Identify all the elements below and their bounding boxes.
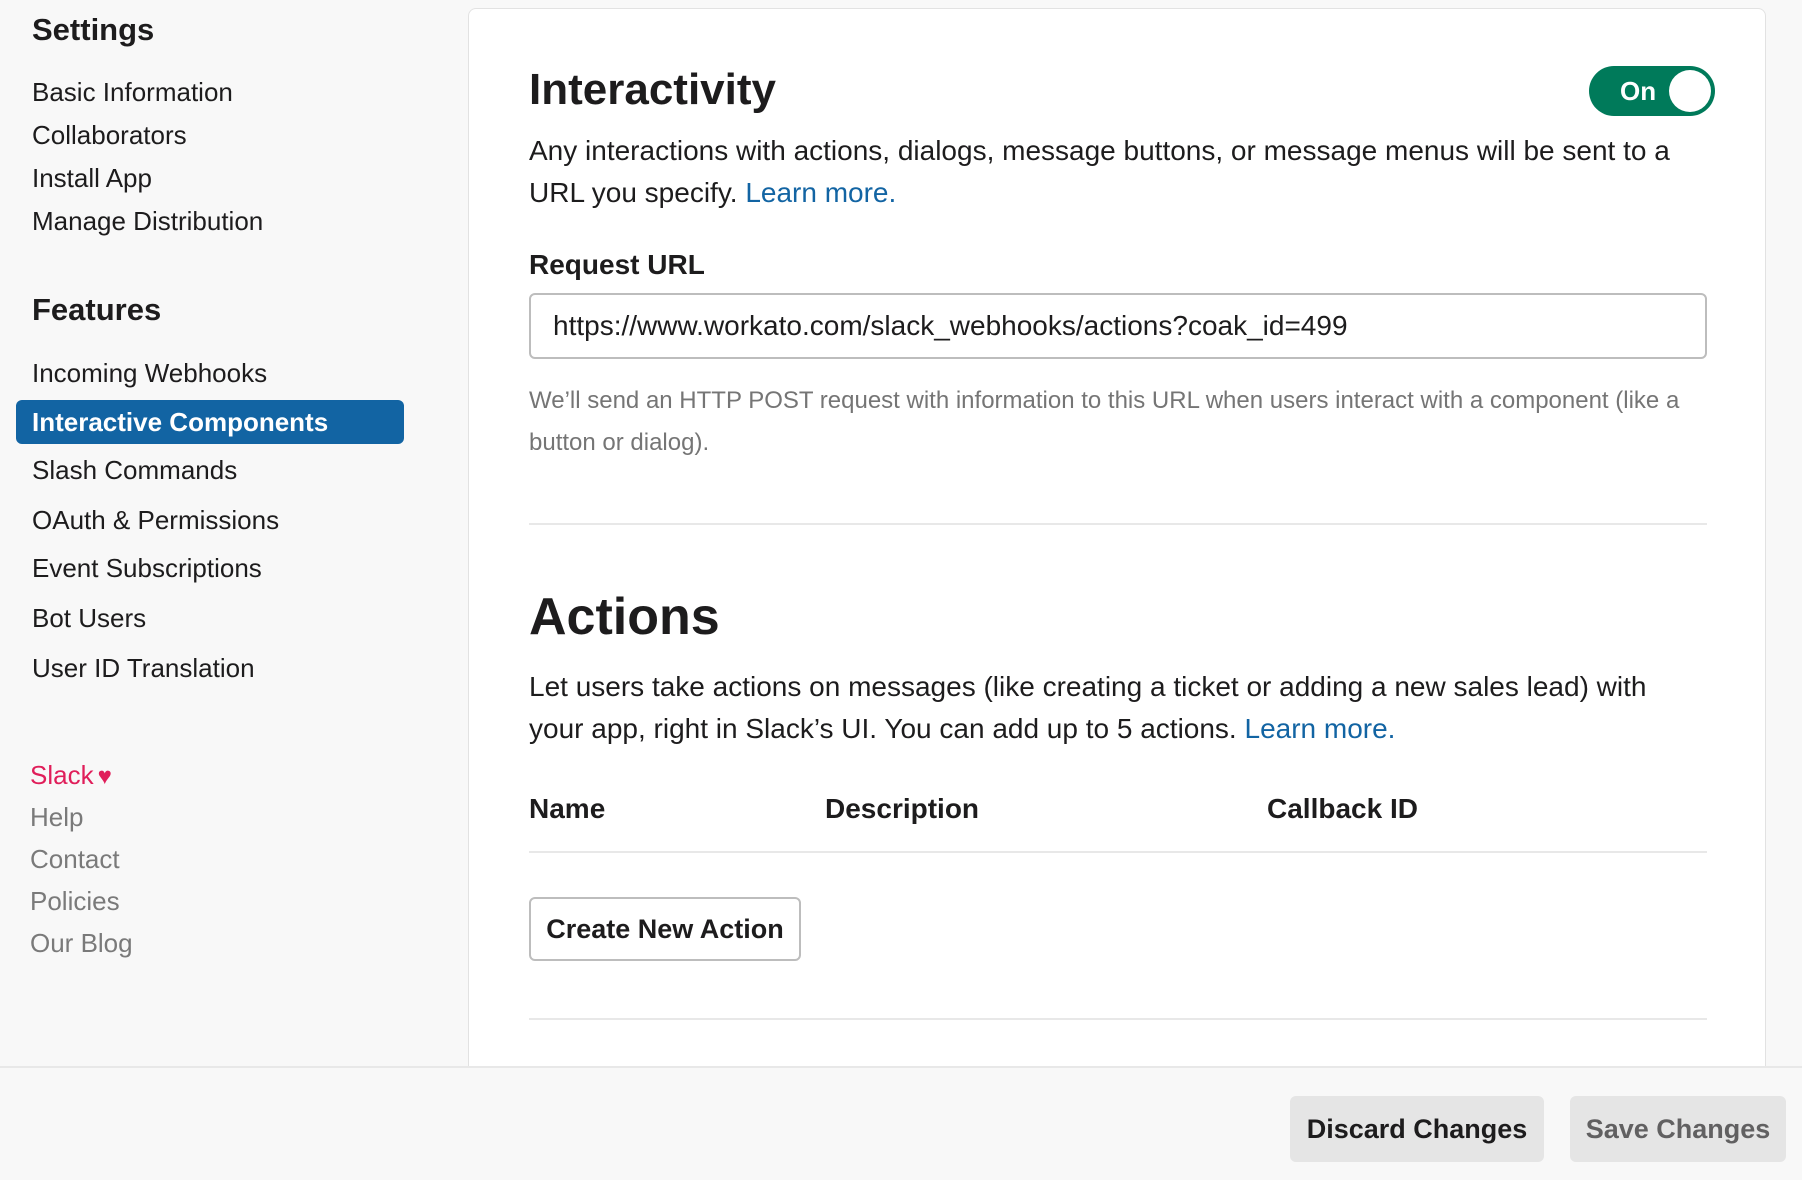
save-changes-button[interactable]: Save Changes (1570, 1096, 1786, 1162)
sidebar-item-incoming-webhooks[interactable]: Incoming Webhooks (16, 351, 404, 395)
section-divider (529, 523, 1707, 525)
settings-heading: Settings (32, 12, 155, 47)
sidebar-item-collaborators[interactable]: Collaborators (16, 113, 404, 157)
sidebar: Settings Basic Information Collaborators… (0, 0, 450, 1066)
discard-changes-button[interactable]: Discard Changes (1290, 1096, 1544, 1162)
interactivity-toggle[interactable]: On (1589, 66, 1715, 116)
actions-title: Actions (529, 588, 720, 646)
sidebar-item-event-subscriptions[interactable]: Event Subscriptions (16, 546, 404, 590)
heart-icon: ♥ (97, 763, 112, 790)
sidebar-item-basic-information[interactable]: Basic Information (16, 70, 404, 114)
actions-description: Let users take actions on messages (like… (529, 666, 1707, 750)
footer-slack-link[interactable]: Slack ♥ (30, 760, 112, 791)
interactivity-description: Any interactions with actions, dialogs, … (529, 130, 1707, 214)
column-header-description: Description (825, 793, 980, 824)
sidebar-item-bot-users[interactable]: Bot Users (16, 596, 404, 640)
app-window: Settings Basic Information Collaborators… (0, 0, 1802, 1180)
request-url-input[interactable] (529, 293, 1707, 359)
sidebar-item-user-id-translation[interactable]: User ID Translation (16, 646, 404, 690)
footer-policies-link[interactable]: Policies (30, 886, 120, 917)
interactivity-learn-more-link[interactable]: Learn more. (745, 177, 896, 208)
sidebar-item-oauth-permissions[interactable]: OAuth & Permissions (16, 498, 404, 542)
footer-our-blog-link[interactable]: Our Blog (30, 928, 133, 959)
request-url-hint: We’ll send an HTTP POST request with inf… (529, 387, 1680, 456)
create-new-action-button[interactable]: Create New Action (529, 897, 801, 961)
footer-help-link[interactable]: Help (30, 802, 83, 833)
actions-bottom-divider (529, 1018, 1707, 1020)
interactivity-title: Interactivity (529, 65, 776, 114)
features-heading: Features (32, 292, 162, 327)
actions-learn-more-link[interactable]: Learn more. (1245, 713, 1396, 744)
main-card: Interactivity On Any interactions with a… (468, 8, 1766, 1066)
actions-description-text: Let users take actions on messages (like… (529, 671, 1647, 744)
interactivity-description-text: Any interactions with actions, dialogs, … (529, 135, 1670, 208)
actions-table-header: Name Description Callback ID (529, 793, 1707, 843)
footer-contact-link[interactable]: Contact (30, 844, 120, 875)
column-header-callback-id: Callback ID (1267, 793, 1418, 824)
column-header-name: Name (529, 793, 606, 824)
sidebar-item-install-app[interactable]: Install App (16, 156, 404, 200)
sidebar-item-interactive-components[interactable]: Interactive Components (16, 400, 404, 444)
footer-slack-label: Slack (30, 760, 94, 790)
toggle-knob (1669, 70, 1711, 112)
sidebar-item-manage-distribution[interactable]: Manage Distribution (16, 199, 404, 243)
toggle-label: On (1620, 76, 1657, 106)
request-url-label: Request URL (529, 249, 705, 280)
request-url-wrapper (529, 293, 1707, 359)
table-header-divider (529, 851, 1707, 853)
bottom-action-bar: Discard Changes Save Changes (0, 1066, 1802, 1180)
sidebar-item-slash-commands[interactable]: Slash Commands (16, 448, 404, 492)
